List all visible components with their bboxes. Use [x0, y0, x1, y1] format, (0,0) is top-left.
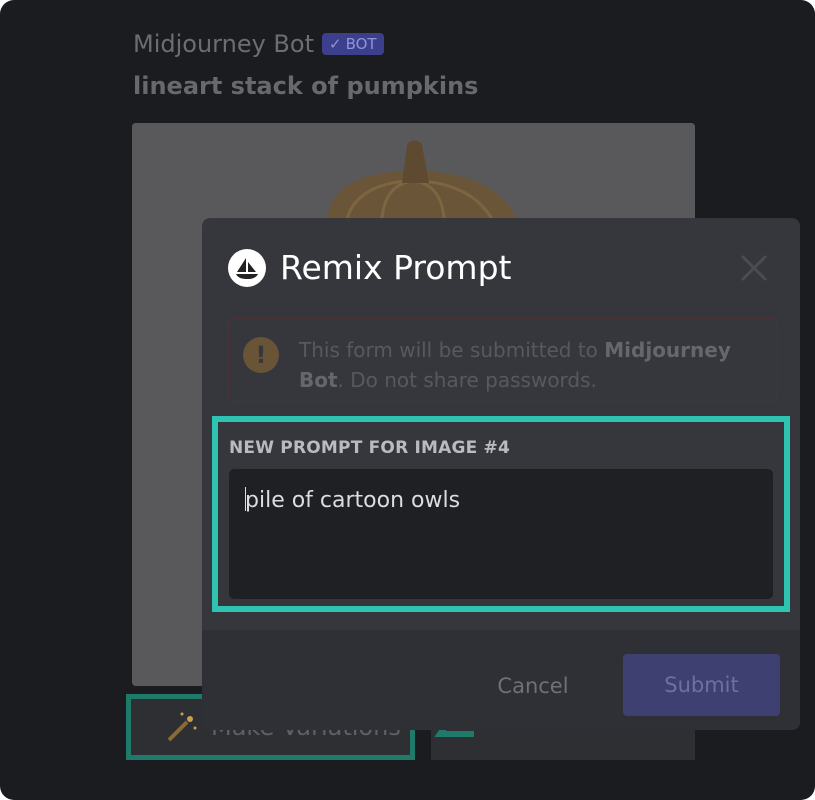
warning-text: This form will be submitted to Midjourne…	[299, 335, 769, 395]
prompt-text: pile of cartoon owls	[245, 488, 461, 513]
midjourney-logo-icon	[228, 248, 266, 287]
modal-title: Remix Prompt	[280, 248, 512, 287]
close-icon[interactable]	[738, 252, 770, 284]
bot-badge: ✓ BOT	[321, 33, 384, 55]
submit-button[interactable]: Submit	[623, 654, 780, 716]
author-name[interactable]: Midjourney Bot	[133, 30, 314, 58]
warning-text-suffix: . Do not share passwords.	[337, 368, 597, 392]
modal-header: Remix Prompt	[228, 248, 511, 287]
message-author: Midjourney Bot ✓ BOT	[133, 30, 384, 58]
bot-badge-label: BOT	[345, 35, 377, 53]
prompt-textarea[interactable]: pile of cartoon owls	[229, 469, 773, 599]
prompt-field-highlight: NEW PROMPT FOR IMAGE #4 pile of cartoon …	[212, 416, 790, 612]
cancel-button[interactable]: Cancel	[478, 664, 588, 708]
modal-footer: Cancel Submit	[202, 630, 800, 730]
remix-prompt-modal: Remix Prompt ! This form will be submitt…	[202, 218, 800, 730]
prompt-field-label: NEW PROMPT FOR IMAGE #4	[229, 438, 511, 458]
warning-icon: !	[243, 337, 279, 373]
discord-window: Midjourney Bot ✓ BOT lineart stack of pu…	[0, 0, 815, 800]
warning-text-prefix: This form will be submitted to	[299, 338, 605, 362]
message-text: lineart stack of pumpkins	[133, 72, 479, 100]
warning-notice: ! This form will be submitted to Midjour…	[228, 318, 778, 402]
checkmark-icon: ✓	[328, 35, 342, 53]
magic-wand-icon	[167, 712, 197, 742]
